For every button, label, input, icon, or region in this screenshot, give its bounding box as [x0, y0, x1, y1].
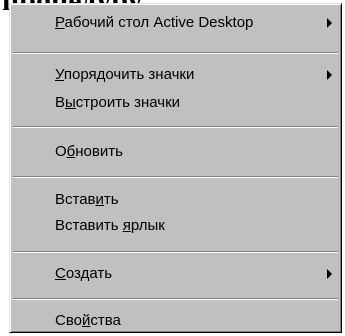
menu-item-line-up-icons-label: Выстроить значки [55, 94, 181, 111]
menu-item-line-up-icons[interactable]: Выстроить значки [14, 92, 337, 114]
menu-item-properties[interactable]: Свойства [14, 310, 337, 332]
menu-item-refresh[interactable]: Обновить [14, 141, 337, 163]
mnemonic-letter: У [55, 66, 64, 83]
submenu-arrow-icon [327, 18, 332, 28]
menu-separator [13, 298, 338, 300]
menu-item-paste[interactable]: Вставить [14, 189, 337, 211]
menu-item-new-label: Создать [55, 265, 113, 282]
menu-item-arrange-icons[interactable]: Упорядочить значки [14, 64, 337, 86]
menu-item-properties-label: Свойства [55, 312, 121, 329]
mnemonic-letter: С [55, 265, 66, 282]
menu-item-active-desktop[interactable]: Рабочий стол Active Desktop [14, 12, 337, 34]
submenu-arrow-icon [327, 269, 332, 279]
mnemonic-letter: ы [65, 94, 76, 111]
mnemonic-letter: и [95, 191, 104, 208]
mnemonic-letter: Р [55, 14, 65, 31]
menu-item-paste-shortcut[interactable]: Вставить ярлык [14, 215, 337, 237]
desktop-context-menu: Рабочий стол Active Desktop Упорядочить … [9, 3, 342, 333]
menu-separator [13, 176, 338, 178]
mnemonic-letter: б [66, 143, 76, 160]
menu-item-arrange-icons-label: Упорядочить значки [55, 66, 195, 83]
menu-item-new[interactable]: Создать [14, 263, 337, 285]
menu-item-refresh-label: Обновить [55, 143, 123, 160]
menu-separator [13, 52, 338, 54]
submenu-arrow-icon [327, 70, 332, 80]
menu-separator [13, 251, 338, 253]
menu-item-paste-label: Вставить [55, 191, 119, 208]
menu-item-active-desktop-label: Рабочий стол Active Desktop [55, 14, 254, 31]
menu-item-paste-shortcut-label: Вставить ярлык [55, 217, 165, 234]
mnemonic-letter: я [122, 217, 131, 234]
desktop-background: процедуру Рабочий стол Active Desktop Уп… [0, 0, 345, 336]
menu-separator [13, 126, 338, 128]
